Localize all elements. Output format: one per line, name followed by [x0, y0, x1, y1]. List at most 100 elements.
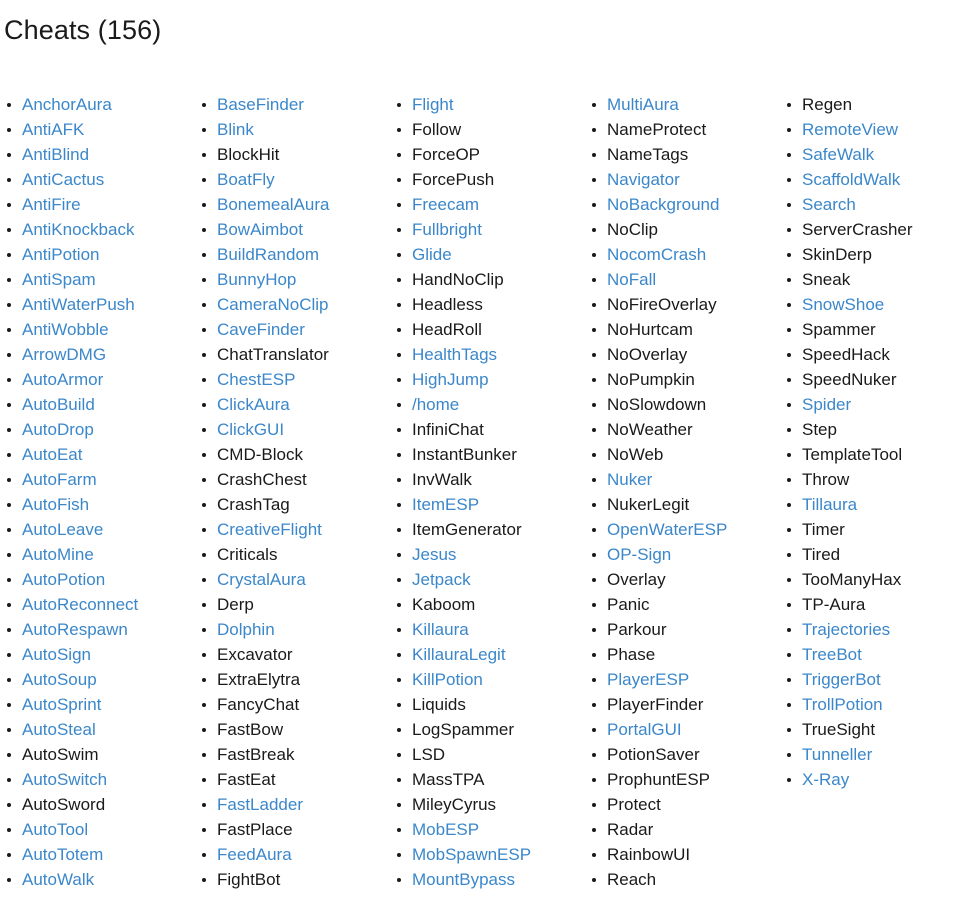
- cheat-link[interactable]: AutoFish: [22, 495, 89, 514]
- cheat-link[interactable]: AntiBlind: [22, 145, 89, 164]
- list-item: AutoRespawn: [0, 617, 195, 642]
- cheat-link[interactable]: AutoEat: [22, 445, 83, 464]
- cheat-link[interactable]: AntiWaterPush: [22, 295, 135, 314]
- cheat-link[interactable]: MultiAura: [607, 95, 679, 114]
- cheat-link[interactable]: NocomCrash: [607, 245, 706, 264]
- cheat-link[interactable]: Navigator: [607, 170, 680, 189]
- cheat-link[interactable]: BowAimbot: [217, 220, 303, 239]
- cheat-link[interactable]: AutoReconnect: [22, 595, 138, 614]
- cheat-link[interactable]: MountBypass: [412, 870, 515, 889]
- cheat-link[interactable]: AutoArmor: [22, 370, 103, 389]
- cheat-link[interactable]: Trajectories: [802, 620, 890, 639]
- cheat-link[interactable]: CreativeFlight: [217, 520, 322, 539]
- cheat-link[interactable]: AutoSign: [22, 645, 91, 664]
- list-item: Sneak: [780, 267, 930, 292]
- cheat-link[interactable]: ScaffoldWalk: [802, 170, 900, 189]
- cheat-link[interactable]: BaseFinder: [217, 95, 304, 114]
- cheat-link[interactable]: AutoSwitch: [22, 770, 107, 789]
- cheat-link[interactable]: ItemESP: [412, 495, 479, 514]
- cheat-link[interactable]: HealthTags: [412, 345, 497, 364]
- cheat-link[interactable]: FastLadder: [217, 795, 303, 814]
- page-title: Cheats (156): [4, 15, 162, 45]
- cheat-link[interactable]: BoatFly: [217, 170, 275, 189]
- cheat-link[interactable]: BunnyHop: [217, 270, 296, 289]
- cheat-link[interactable]: AutoPotion: [22, 570, 105, 589]
- cheat-link[interactable]: ClickGUI: [217, 420, 284, 439]
- cheat-link[interactable]: NoFall: [607, 270, 656, 289]
- cheat-link[interactable]: Dolphin: [217, 620, 275, 639]
- cheat-link[interactable]: Killaura: [412, 620, 469, 639]
- cheat-link[interactable]: Freecam: [412, 195, 479, 214]
- cheat-link[interactable]: AntiFire: [22, 195, 81, 214]
- cheat-link[interactable]: RemoteView: [802, 120, 898, 139]
- cheat-link[interactable]: ArrowDMG: [22, 345, 106, 364]
- cheat-link[interactable]: X-Ray: [802, 770, 849, 789]
- cheat-link[interactable]: MobSpawnESP: [412, 845, 531, 864]
- cheat-link[interactable]: SnowShoe: [802, 295, 884, 314]
- cheat-link[interactable]: AntiKnockback: [22, 220, 134, 239]
- cheat-link[interactable]: AutoMine: [22, 545, 94, 564]
- cheat-link[interactable]: BuildRandom: [217, 245, 319, 264]
- cheat-link[interactable]: AntiCactus: [22, 170, 104, 189]
- cheat-link[interactable]: PlayerESP: [607, 670, 689, 689]
- bullet-disc-icon: [592, 777, 596, 782]
- cheat-link[interactable]: Tillaura: [802, 495, 857, 514]
- cheat-link[interactable]: AntiWobble: [22, 320, 109, 339]
- list-item: Throw: [780, 467, 930, 492]
- bullet-disc-icon: [7, 352, 11, 357]
- cheat-link[interactable]: Nuker: [607, 470, 652, 489]
- cheat-link[interactable]: OpenWaterESP: [607, 520, 727, 539]
- cheat-link[interactable]: TrollPotion: [802, 695, 883, 714]
- bullet-disc-icon: [592, 277, 596, 282]
- cheat-link[interactable]: AutoRespawn: [22, 620, 128, 639]
- cheat-link[interactable]: OP-Sign: [607, 545, 671, 564]
- cheat-link[interactable]: Tunneller: [802, 745, 872, 764]
- cheat-link[interactable]: HighJump: [412, 370, 489, 389]
- cheat-link[interactable]: CameraNoClip: [217, 295, 328, 314]
- cheat-link[interactable]: AutoFarm: [22, 470, 97, 489]
- cheats-columns: AnchorAura AntiAFK AntiBlind AntiCactus Anti…: [0, 92, 960, 892]
- bullet-disc-icon: [592, 827, 596, 832]
- cheat-link[interactable]: AntiSpam: [22, 270, 96, 289]
- cheat-link[interactable]: AutoSteal: [22, 720, 96, 739]
- cheat-link[interactable]: FeedAura: [217, 845, 292, 864]
- cheat-link[interactable]: TreeBot: [802, 645, 862, 664]
- cheat-link[interactable]: AntiPotion: [22, 245, 100, 264]
- cheat-link[interactable]: AnchorAura: [22, 95, 112, 114]
- cheat-link[interactable]: /home: [412, 395, 459, 414]
- list-item: MassTPA: [390, 767, 585, 792]
- cheat-link[interactable]: Blink: [217, 120, 254, 139]
- cheat-link[interactable]: Flight: [412, 95, 454, 114]
- cheat-link[interactable]: ChestESP: [217, 370, 295, 389]
- cheat-link[interactable]: CaveFinder: [217, 320, 305, 339]
- cheat-link[interactable]: BonemealAura: [217, 195, 329, 214]
- cheat-link[interactable]: Jetpack: [412, 570, 471, 589]
- cheat-link[interactable]: AutoBuild: [22, 395, 95, 414]
- cheat-link[interactable]: KillPotion: [412, 670, 483, 689]
- cheat-link[interactable]: AutoTool: [22, 820, 88, 839]
- cheat-link[interactable]: AutoSoup: [22, 670, 97, 689]
- cheat-link[interactable]: PortalGUI: [607, 720, 682, 739]
- cheat-link[interactable]: AntiAFK: [22, 120, 84, 139]
- cheat-link[interactable]: ClickAura: [217, 395, 290, 414]
- cheat-link[interactable]: CrystalAura: [217, 570, 306, 589]
- cheat-link[interactable]: AutoLeave: [22, 520, 103, 539]
- cheat-link[interactable]: AutoTotem: [22, 845, 103, 864]
- cheat-link[interactable]: Search: [802, 195, 856, 214]
- list-item: AutoDrop: [0, 417, 195, 442]
- list-item: Freecam: [390, 192, 585, 217]
- cheat-link[interactable]: AutoDrop: [22, 420, 94, 439]
- bullet-disc-icon: [397, 752, 401, 757]
- cheat-link[interactable]: TriggerBot: [802, 670, 881, 689]
- cheat-link[interactable]: AutoSprint: [22, 695, 101, 714]
- bullet-disc-icon: [787, 377, 791, 382]
- cheat-link[interactable]: Spider: [802, 395, 851, 414]
- cheat-link[interactable]: NoBackground: [607, 195, 719, 214]
- cheat-link[interactable]: MobESP: [412, 820, 479, 839]
- cheat-link[interactable]: Jesus: [412, 545, 456, 564]
- cheat-link[interactable]: SafeWalk: [802, 145, 874, 164]
- cheat-link[interactable]: KillauraLegit: [412, 645, 506, 664]
- cheat-link[interactable]: AutoWalk: [22, 870, 94, 889]
- cheat-link[interactable]: Glide: [412, 245, 452, 264]
- cheat-link[interactable]: Fullbright: [412, 220, 482, 239]
